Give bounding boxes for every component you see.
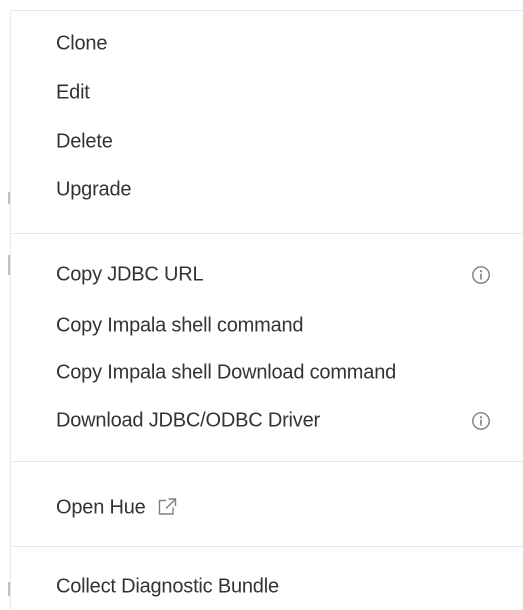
background-panel-edge [0,0,10,610]
menu-item-label: Copy Impala shell Download command [56,361,397,384]
menu-item-label: Clone [56,32,108,55]
menu-item-label-wrap: Open Hue [56,497,178,520]
menu-item-label: Download JDBC/ODBC Driver [56,409,320,432]
menu-divider [11,233,523,234]
menu-item-label: Delete [56,130,113,153]
menu-item-collect-diagnostic-bundle[interactable]: Collect Diagnostic Bundle [11,564,523,610]
menu-item-open-hue[interactable]: Open Hue [11,485,523,531]
menu-item-clone[interactable]: Clone [11,21,523,67]
menu-item-label: Edit [56,81,90,104]
menu-item-label: Open Hue [56,496,146,519]
menu-item-upgrade[interactable]: Upgrade [11,167,523,213]
menu-item-label: Copy Impala shell command [56,314,304,337]
menu-item-copy-jdbc-url[interactable]: Copy JDBC URL [11,252,523,298]
menu-item-copy-impala-shell-download-command[interactable]: Copy Impala shell Download command [11,350,523,396]
external-link-icon [158,498,177,515]
menu-item-label: Copy JDBC URL [56,263,204,286]
info-icon[interactable] [471,411,491,431]
menu-item-download-jdbc-odbc-driver[interactable]: Download JDBC/ODBC Driver [11,398,523,444]
menu-item-edit[interactable]: Edit [11,70,523,116]
menu-divider [11,461,523,462]
info-icon[interactable] [471,265,491,285]
menu-item-label: Collect Diagnostic Bundle [56,575,279,598]
menu-divider [11,546,523,547]
menu-item-copy-impala-shell-command[interactable]: Copy Impala shell command [11,303,523,349]
menu-item-label: Upgrade [56,178,132,201]
context-menu-screen: Clone Edit Delete Upgrade Copy JDBC URL … [0,0,523,610]
menu-item-delete[interactable]: Delete [11,119,523,165]
actions-dropdown-menu: Clone Edit Delete Upgrade Copy JDBC URL … [10,10,523,610]
